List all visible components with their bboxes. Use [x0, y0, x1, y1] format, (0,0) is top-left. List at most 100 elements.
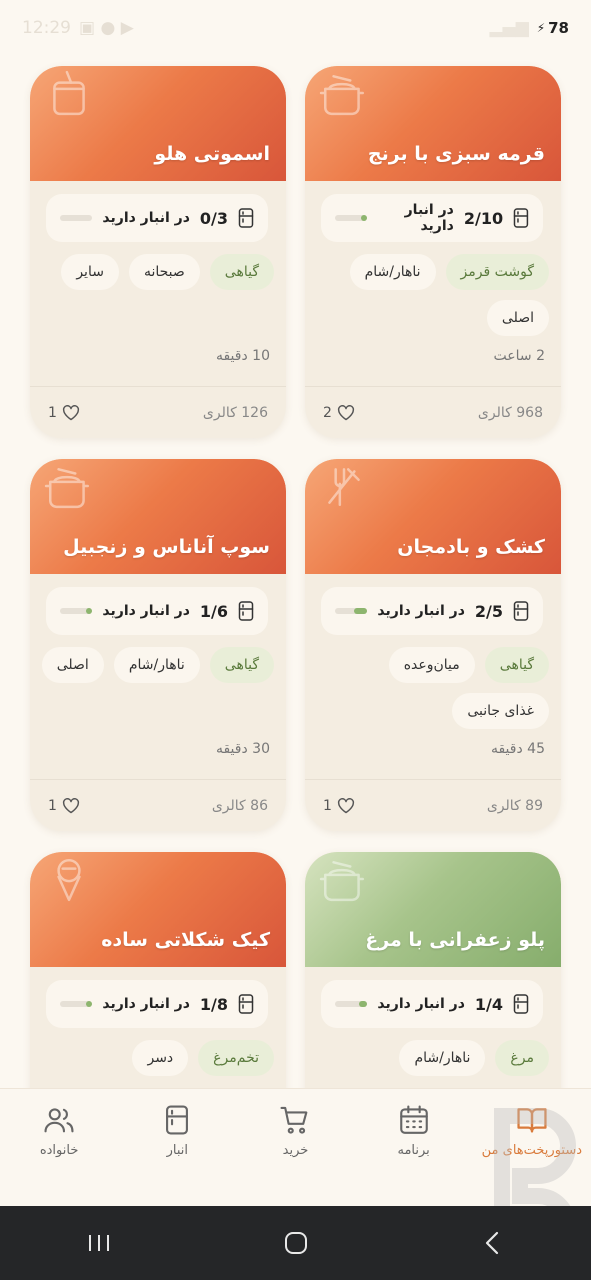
calories: 968 کالری — [477, 404, 543, 421]
nav-item-family[interactable]: خانواده — [4, 1103, 114, 1158]
stock-progress-fill — [360, 215, 367, 221]
cart-icon — [280, 1106, 308, 1134]
recipe-card[interactable]: کشک و بادمجان 2/5 در انبار دارید گیاهی میان‌… — [305, 459, 561, 831]
recipe-tag: ناهار/شام — [399, 1040, 486, 1076]
stock-count: 1/4 — [474, 994, 503, 1014]
recipe-tags: گیاهی ناهار/شام اصلی — [40, 647, 274, 683]
fridge-icon — [238, 208, 254, 228]
status-left: 12:29 ▣ ● ▶ — [22, 18, 134, 38]
like-button[interactable]: 1 — [323, 798, 355, 814]
recipe-card[interactable]: اسموتی هلو 0/3 در انبار دارید گیاهی صبحانه سا… — [30, 66, 286, 438]
stock-text: 1/6 در انبار دارید — [102, 601, 254, 621]
recipe-tag: دسر — [132, 1040, 189, 1076]
fridge-icon — [238, 994, 254, 1014]
stock-text: 2/10 در انبار دارید — [367, 202, 529, 234]
recipe-card-header: اسموتی هلو — [30, 66, 286, 181]
stock-count: 2/5 — [474, 601, 503, 621]
home-icon[interactable] — [281, 1228, 311, 1258]
fridge-icon — [513, 208, 529, 228]
pantry-stock-indicator: 1/6 در انبار دارید — [46, 587, 268, 635]
recipe-tag: اصلی — [41, 647, 104, 683]
notification-icons: ▣ ● ▶ — [79, 18, 134, 38]
recipe-tag: گیاهی — [209, 647, 274, 683]
back-icon[interactable] — [478, 1228, 508, 1258]
pantry-stock-indicator: 1/8 در انبار دارید — [46, 980, 268, 1028]
stock-label: در انبار دارید — [102, 603, 190, 619]
stock-label: در انبار دارید — [377, 603, 465, 619]
recipe-tag: میان‌وعده — [388, 647, 475, 683]
recipe-card-header: کشک و بادمجان — [305, 459, 561, 574]
recipe-card-header: قرمه سبزی با برنج — [305, 66, 561, 181]
pantry-stock-indicator: 2/10 در انبار دارید — [321, 194, 543, 242]
stock-progress-bar — [335, 215, 367, 221]
like-count: 2 — [323, 404, 332, 421]
stock-progress-bar — [60, 608, 92, 614]
ice-cream-icon — [44, 854, 94, 904]
fridge-icon — [166, 1105, 189, 1135]
battery-level: 78 — [548, 19, 569, 37]
cook-time: 45 دقیقه — [490, 741, 545, 757]
nav-label-pantry: انبار — [166, 1143, 188, 1158]
recipe-card[interactable]: قرمه سبزی با برنج 2/10 در انبار دارید گوشت … — [305, 66, 561, 438]
calories: 89 کالری — [486, 797, 543, 814]
recent-apps-icon[interactable] — [84, 1228, 114, 1258]
recipe-tag: گیاهی — [209, 254, 274, 290]
recipe-title: کشک و بادمجان — [397, 536, 545, 558]
recipe-card-header: پلو زعفرانی با مرغ — [305, 852, 561, 967]
recipe-card-footer: 1 89 کالری — [305, 779, 561, 831]
fridge-icon — [513, 994, 529, 1014]
stock-progress-fill — [359, 1001, 367, 1007]
stock-count: 1/6 — [199, 601, 228, 621]
status-bar: 12:29 ▣ ● ▶ ▂▄▆ ⚡ 78 — [0, 0, 591, 56]
recipe-tag: ناهار/شام — [349, 254, 436, 290]
recipe-tag: اصلی — [486, 300, 549, 336]
recipe-card-footer: 1 86 کالری — [30, 779, 286, 831]
recipe-title: قرمه سبزی با برنج — [367, 143, 545, 165]
nav-item-plan[interactable]: برنامه — [359, 1103, 469, 1158]
heart-icon — [62, 797, 79, 813]
like-button[interactable]: 2 — [323, 405, 355, 421]
like-count: 1 — [48, 797, 57, 814]
status-time: 12:29 — [22, 18, 71, 38]
stock-progress-bar — [60, 215, 92, 221]
stock-progress-bar — [60, 1001, 92, 1007]
recipe-card-footer: 2 968 کالری — [305, 386, 561, 438]
stock-progress-fill — [86, 608, 92, 614]
heart-icon — [337, 797, 354, 813]
stock-label: در انبار دارید — [377, 996, 465, 1012]
recipe-tags: گوشت قرمز ناهار/شام اصلی — [315, 254, 549, 336]
recipe-title: کیک شکلاتی ساده — [101, 929, 270, 951]
stock-text: 2/5 در انبار دارید — [377, 601, 529, 621]
battery-indicator: ⚡ 78 — [537, 19, 569, 37]
stock-progress-fill — [86, 1001, 92, 1007]
cook-time: 30 دقیقه — [215, 741, 270, 757]
like-count: 1 — [323, 797, 332, 814]
recipe-title: پلو زعفرانی با مرغ — [365, 929, 545, 951]
cook-time: 10 دقیقه — [215, 348, 270, 364]
calories: 126 کالری — [202, 404, 268, 421]
recipe-tag: تخم‌مرغ — [198, 1040, 274, 1076]
status-right: ▂▄▆ ⚡ 78 — [489, 18, 569, 38]
pot-icon — [319, 68, 369, 118]
recipe-tag: غذای جانبی — [452, 693, 549, 729]
heart-icon — [62, 404, 79, 420]
stock-progress-bar — [335, 1001, 367, 1007]
system-navigation-bar — [0, 1206, 591, 1280]
stock-text: 1/4 در انبار دارید — [377, 994, 529, 1014]
recipe-card[interactable]: سوپ آناناس و زنجبیل 1/6 در انبار دارید گیاه… — [30, 459, 286, 831]
recipe-tags: گیاهی صبحانه سایر — [40, 254, 274, 290]
recipe-tag: ناهار/شام — [113, 647, 200, 683]
pantry-stock-indicator: 0/3 در انبار دارید — [46, 194, 268, 242]
cup-icon — [44, 68, 94, 118]
like-count: 1 — [48, 404, 57, 421]
recipe-title: سوپ آناناس و زنجبیل — [63, 536, 270, 558]
pot-icon — [44, 461, 94, 511]
like-button[interactable]: 1 — [48, 798, 80, 814]
nav-item-pantry[interactable]: انبار — [122, 1103, 232, 1158]
pantry-stock-indicator: 1/4 در انبار دارید — [321, 980, 543, 1028]
nav-item-shopping[interactable]: خرید — [240, 1103, 350, 1158]
recipe-tag: مرغ — [495, 1040, 549, 1076]
recipe-tags: مرغ ناهار/شام — [315, 1040, 549, 1076]
like-button[interactable]: 1 — [48, 405, 80, 421]
recipe-tag: صبحانه — [128, 254, 200, 290]
